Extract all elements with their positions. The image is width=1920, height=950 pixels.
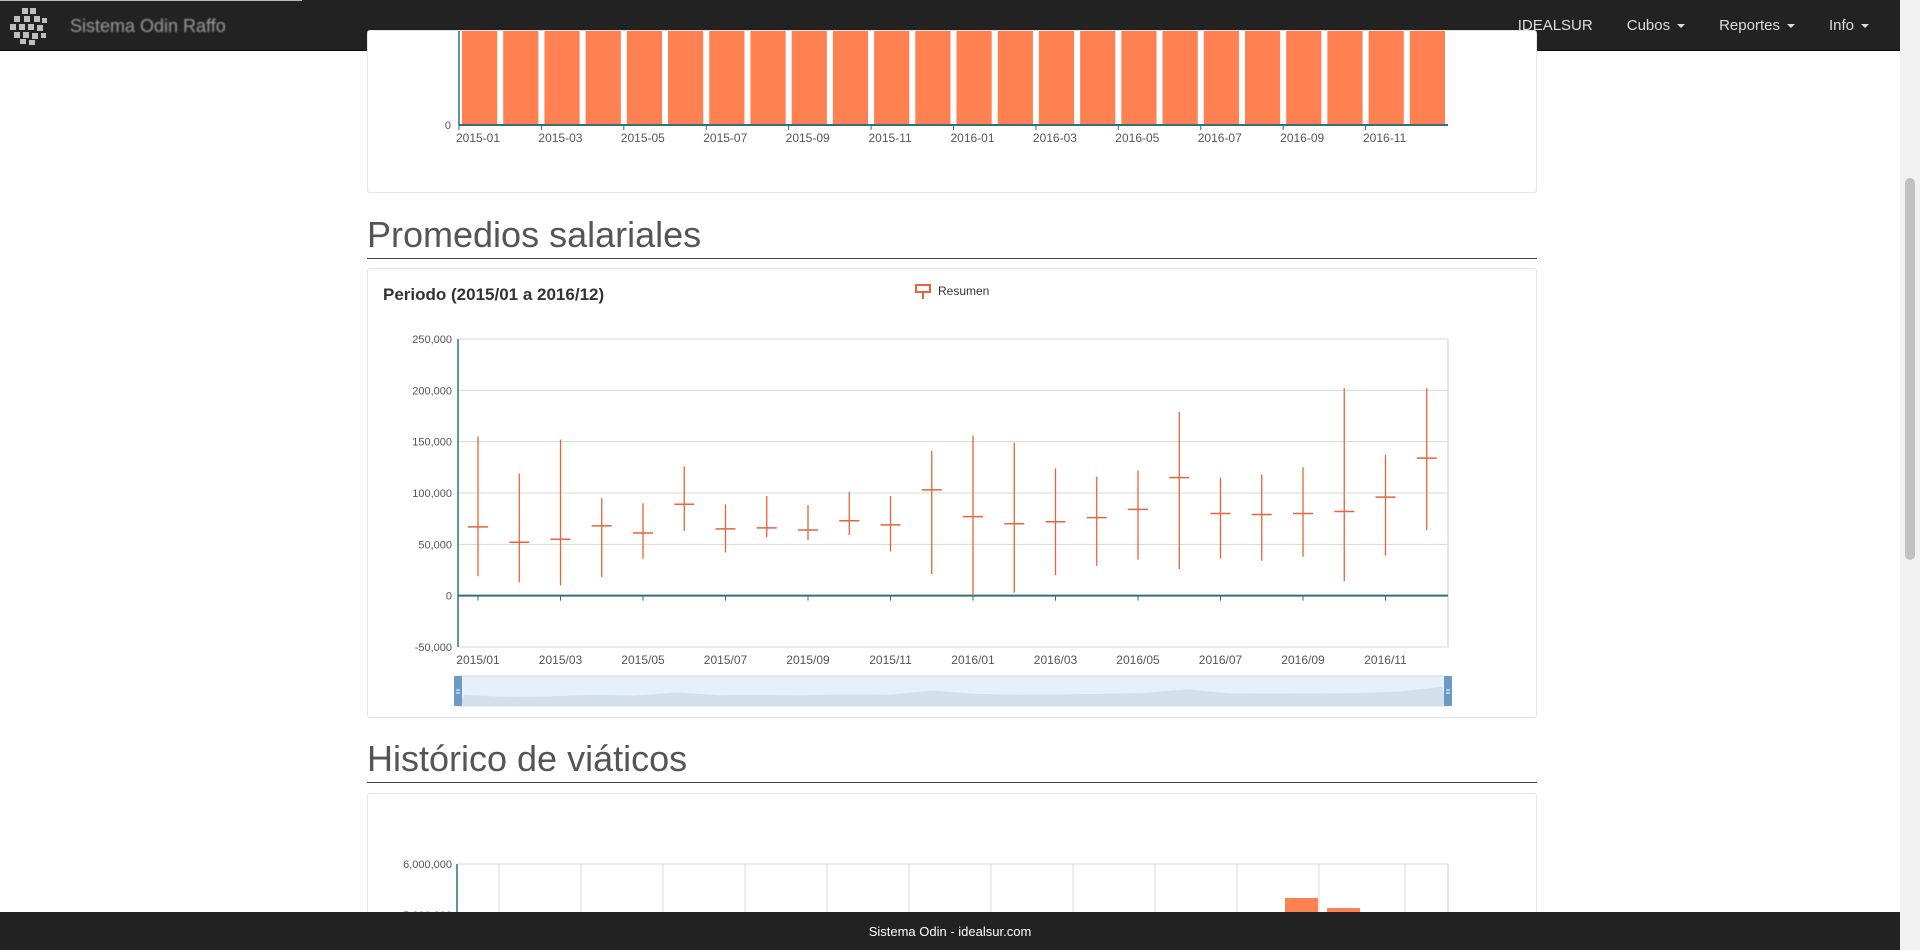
- x-tick-label: 2015/01: [456, 653, 500, 667]
- x-tick-label: 2016/05: [1116, 653, 1160, 667]
- y-tick-label: 0: [446, 591, 452, 603]
- bar: [1327, 31, 1363, 125]
- caret-down-icon: [1861, 23, 1869, 28]
- bar: [1409, 31, 1445, 125]
- x-tick-label: 2015/09: [786, 653, 830, 667]
- bar: [956, 31, 992, 125]
- y-tick-label: 0: [445, 120, 451, 132]
- logo-icon: [10, 8, 47, 45]
- navigator-handle-left[interactable]: [454, 676, 462, 706]
- y-tick-label: 100,000: [412, 488, 452, 500]
- bar-chart-top: 0 2015-01 2015-03 2015-05 2015-07 2015-09 2015…: [445, 31, 1448, 145]
- bar: [1162, 31, 1198, 125]
- brand-title: Sistema Odin Raffo: [70, 15, 226, 36]
- bar: [874, 31, 910, 125]
- chart-panel-salarios: Periodo (2015/01 a 2016/12) Resumen -50,00…: [367, 268, 1537, 718]
- bar: [1286, 31, 1322, 125]
- ohlc-chart-salarios: Periodo (2015/01 a 2016/12) Resumen -50,00…: [383, 284, 1452, 707]
- y-tick-label: -50,000: [415, 642, 452, 654]
- x-tick-label: 2016-11: [1363, 131, 1406, 145]
- bar: [1368, 31, 1404, 125]
- x-tick-label: 2015/11: [869, 653, 912, 667]
- nav-item-reportes[interactable]: Reportes: [1702, 17, 1812, 34]
- x-tick-label: 2016/01: [951, 653, 995, 667]
- x-tick-label: 2015-09: [786, 131, 830, 145]
- chart-panel-top: 0 2015-01 2015-03 2015-05 2015-07 2015-09 2015…: [367, 30, 1537, 193]
- y-tick-label: 50,000: [418, 539, 452, 551]
- x-tick-label: 2016/09: [1281, 653, 1325, 667]
- bar: [709, 31, 745, 125]
- bar: [1244, 31, 1281, 125]
- x-tick-label: 2016-01: [950, 131, 994, 145]
- bar: [915, 31, 951, 125]
- bar: [750, 31, 786, 125]
- section-title-viaticos: Histórico de viáticos: [367, 738, 1537, 783]
- page-scrollbar[interactable]: [1900, 0, 1920, 950]
- x-tick-label: 2016/07: [1199, 653, 1243, 667]
- caret-down-icon: [1786, 23, 1795, 28]
- nav-label: Cubos: [1626, 17, 1671, 34]
- x-tick-label: 2015-01: [456, 131, 500, 145]
- nav-label: Info: [1828, 17, 1854, 34]
- nav-label: Reportes: [1719, 17, 1780, 34]
- footer: Sistema Odin - idealsur.com: [0, 912, 1900, 950]
- nav-item-cubos[interactable]: Cubos: [1610, 17, 1702, 34]
- y-tick-label: 250,000: [412, 334, 452, 346]
- scrollbar-thumb[interactable]: [1905, 178, 1915, 560]
- y-tick-label: 200,000: [412, 385, 452, 397]
- x-tick-label: 2016/11: [1364, 653, 1407, 667]
- x-tick-label: 2015/05: [621, 653, 665, 667]
- navigator-handle-right[interactable]: [1444, 676, 1452, 706]
- bar: [585, 31, 621, 125]
- bar: [997, 31, 1033, 125]
- section-title-salarios: Promedios salariales: [367, 214, 1537, 259]
- bar: [1080, 31, 1116, 125]
- x-tick-label: 2015-03: [538, 131, 582, 145]
- x-tick-label: 2016-03: [1033, 131, 1077, 145]
- y-tick-label: 150,000: [412, 437, 452, 449]
- bar: [626, 31, 663, 125]
- x-tick-label: 2015-07: [703, 131, 747, 145]
- x-tick-label: 2015-11: [869, 131, 912, 145]
- bar: [544, 31, 580, 125]
- caret-down-icon: [1677, 23, 1686, 28]
- top-edge-line: [0, 0, 302, 1]
- brand[interactable]: Sistema Odin Raffo: [8, 6, 226, 46]
- main-nav: IDEALSUR Cubos Reportes Info: [1501, 0, 1886, 51]
- bar: [1038, 31, 1075, 125]
- bar: [1203, 31, 1239, 125]
- nav-item-info[interactable]: Info: [1812, 17, 1886, 34]
- y-tick-label: 6,000,000: [403, 859, 452, 871]
- x-tick-label: 2015/07: [704, 653, 748, 667]
- x-tick-label: 2016-07: [1198, 131, 1242, 145]
- legend-symbol-icon: [915, 284, 931, 293]
- legend-label: Resumen: [938, 284, 989, 298]
- bar: [1121, 31, 1157, 125]
- x-tick-label: 2015-05: [621, 131, 665, 145]
- x-tick-label: 2016/03: [1034, 653, 1078, 667]
- chart-title: Periodo (2015/01 a 2016/12): [383, 285, 604, 304]
- x-tick-label: 2016-09: [1280, 131, 1324, 145]
- footer-text: Sistema Odin - idealsur.com: [868, 923, 1032, 939]
- bar: [668, 31, 704, 125]
- x-tick-label: 2016-05: [1115, 131, 1159, 145]
- bar: [832, 31, 869, 125]
- bar: [791, 31, 827, 125]
- x-tick-label: 2015/03: [539, 653, 583, 667]
- bar: [462, 31, 498, 125]
- bar: [503, 31, 539, 125]
